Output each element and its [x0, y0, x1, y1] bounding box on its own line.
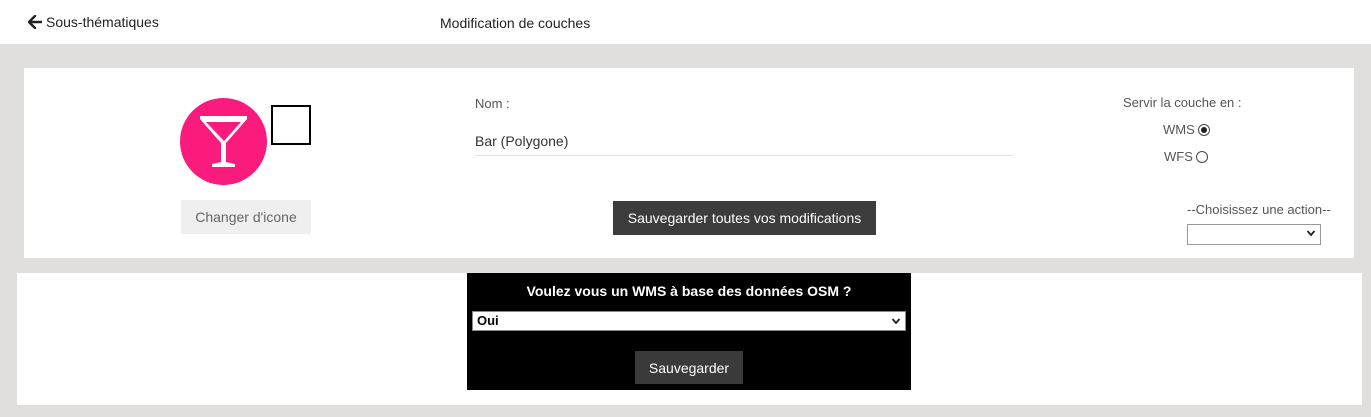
chevron-down-icon: [1306, 230, 1316, 237]
serve-label: Servir la couche en :: [1123, 95, 1242, 110]
name-input[interactable]: [475, 126, 1014, 156]
osm-question: Voulez vous un WMS à base des données OS…: [526, 283, 852, 299]
cocktail-glass-icon: [200, 116, 247, 167]
radio-wfs-label: WFS: [1164, 149, 1193, 164]
radio-wfs[interactable]: [1195, 150, 1208, 163]
action-select[interactable]: [1187, 224, 1321, 245]
radio-wms[interactable]: [1197, 123, 1210, 136]
osm-panel: Voulez vous un WMS à base des données OS…: [467, 273, 911, 390]
arrow-left-icon: [28, 15, 42, 29]
radio-wfs-row: WFS: [1164, 149, 1208, 164]
color-picker-box[interactable]: [271, 105, 311, 145]
back-link[interactable]: Sous-thématiques: [28, 14, 159, 30]
layer-card: Changer d'icone Nom : Sauvegarder toutes…: [24, 68, 1354, 258]
back-label: Sous-thématiques: [46, 14, 159, 30]
osm-select[interactable]: Oui: [472, 311, 906, 331]
chevron-down-icon: [891, 318, 901, 325]
page-title: Modification de couches: [440, 15, 591, 31]
radio-wms-row: WMS: [1163, 122, 1210, 137]
layer-icon: [180, 98, 267, 185]
osm-save-button[interactable]: Sauvegarder: [635, 351, 743, 384]
osm-select-value: Oui: [477, 313, 499, 328]
top-bar: Sous-thématiques Modification de couches: [0, 0, 1371, 44]
save-all-button[interactable]: Sauvegarder toutes vos modifications: [613, 201, 876, 235]
action-label: --Choisissez une action--: [1187, 202, 1331, 217]
radio-wms-label: WMS: [1163, 122, 1195, 137]
change-icon-button[interactable]: Changer d'icone: [181, 200, 311, 234]
name-label: Nom :: [475, 96, 510, 111]
